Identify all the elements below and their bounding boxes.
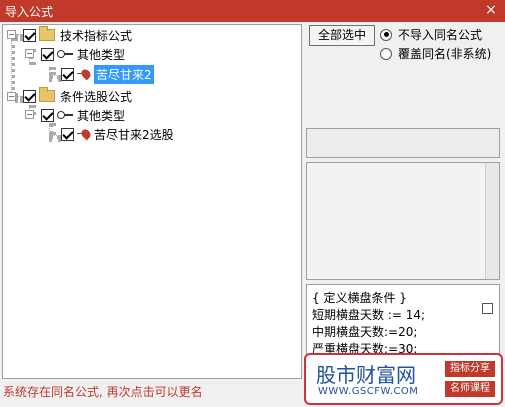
radio-skip-duplicates[interactable]: 不导入同名公式 bbox=[380, 26, 482, 43]
status-message: 系统存在同名公式, 再次点击可以更名 bbox=[3, 385, 203, 399]
tree-connector bbox=[49, 135, 61, 139]
window-title: 导入公式 bbox=[5, 4, 54, 19]
title-bar: 导入公式 × bbox=[0, 0, 505, 22]
tree-node-label: 其他类型 bbox=[77, 47, 126, 62]
tree-node-stock-selection[interactable]: 条件选股公式 bbox=[23, 87, 132, 105]
key-icon bbox=[57, 110, 73, 120]
tree-node-label: 其他类型 bbox=[77, 108, 126, 123]
description-box[interactable] bbox=[306, 162, 500, 280]
tree-node-label: 苦尽甘来2 bbox=[94, 64, 154, 84]
tree-connector bbox=[49, 67, 53, 75]
folder-icon bbox=[39, 87, 55, 102]
tree-node-label: 条件选股公式 bbox=[60, 89, 133, 104]
collapse-toggle[interactable]: − bbox=[25, 110, 34, 119]
tree-node-tech-indicators[interactable]: 技术指标公式 bbox=[23, 26, 132, 44]
formula-icon bbox=[77, 128, 91, 140]
tree-connector bbox=[15, 96, 23, 100]
radio-label: 不导入同名公式 bbox=[398, 28, 483, 42]
tree-node-formula[interactable]: 苦尽甘来2 bbox=[61, 64, 154, 84]
tree-connector bbox=[15, 34, 23, 38]
formula-line: { 定义横盘条件 } bbox=[312, 291, 407, 305]
collapse-toggle[interactable]: − bbox=[7, 92, 16, 101]
radio-overwrite[interactable]: 覆盖同名(非系统) bbox=[380, 45, 491, 62]
collapse-toggle[interactable]: − bbox=[25, 49, 34, 58]
checkbox[interactable] bbox=[61, 127, 74, 141]
watermark-tag: 指标分享 bbox=[445, 361, 495, 377]
tree-node-label: 技术指标公式 bbox=[60, 28, 133, 43]
radio-button[interactable] bbox=[380, 47, 392, 60]
key-icon bbox=[57, 49, 73, 59]
tree-node-other-type-2[interactable]: 其他类型 bbox=[41, 106, 125, 124]
select-all-button[interactable]: 全部选中 bbox=[309, 25, 375, 46]
watermark-logo: 股市财富网 WWW.GSCFW.COM 指标分享 名师课程 bbox=[304, 353, 503, 405]
tree-node-other-type[interactable]: 其他类型 bbox=[41, 45, 125, 63]
scrollbar[interactable] bbox=[485, 163, 499, 279]
checkbox[interactable] bbox=[23, 28, 36, 42]
tree-connector bbox=[49, 75, 61, 79]
checkbox[interactable] bbox=[23, 89, 36, 103]
collapse-toggle[interactable]: − bbox=[7, 30, 16, 39]
checkbox[interactable] bbox=[482, 303, 493, 314]
tree-connector bbox=[49, 123, 53, 135]
formula-preview[interactable]: { 定义横盘条件 } 短期横盘天数 := 14; 中期横盘天数:=20; 严重横… bbox=[306, 284, 500, 356]
watermark-url: WWW.GSCFW.COM bbox=[318, 386, 419, 397]
watermark-tag: 名师课程 bbox=[445, 381, 495, 397]
formula-line: 中期横盘天数:=20; bbox=[312, 325, 418, 339]
checkbox[interactable] bbox=[61, 67, 74, 81]
tree-node-label: 苦尽甘来2选股 bbox=[94, 127, 174, 142]
tree-connector bbox=[11, 38, 15, 96]
close-icon[interactable]: × bbox=[483, 2, 499, 18]
watermark-brand: 股市财富网 bbox=[316, 363, 416, 387]
radio-label: 覆盖同名(非系统) bbox=[398, 47, 492, 61]
info-box bbox=[306, 128, 500, 158]
checkbox[interactable] bbox=[41, 108, 54, 122]
formula-line: 短期横盘天数 := 14; bbox=[312, 308, 426, 322]
checkbox[interactable] bbox=[41, 47, 54, 61]
tree-node-formula-2[interactable]: 苦尽甘来2选股 bbox=[61, 125, 174, 143]
formula-icon bbox=[77, 68, 91, 80]
folder-icon bbox=[39, 26, 55, 41]
formula-tree[interactable]: − 技术指标公式 − 其他类型 苦尽甘来2 − 条件选股公式 − 其他类型 苦尽… bbox=[2, 24, 302, 379]
radio-button[interactable] bbox=[380, 28, 392, 41]
